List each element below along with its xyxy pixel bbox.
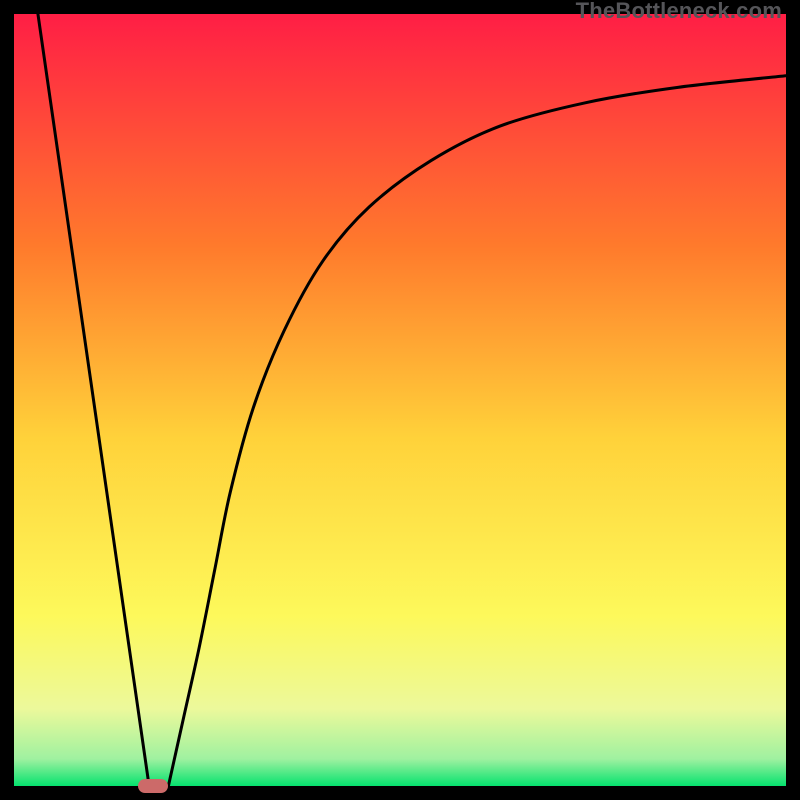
optimal-marker xyxy=(138,779,169,793)
bottleneck-chart xyxy=(14,14,786,786)
plot-frame xyxy=(14,14,786,786)
attribution-text: TheBottleneck.com xyxy=(576,0,782,24)
plot-background xyxy=(14,14,786,786)
